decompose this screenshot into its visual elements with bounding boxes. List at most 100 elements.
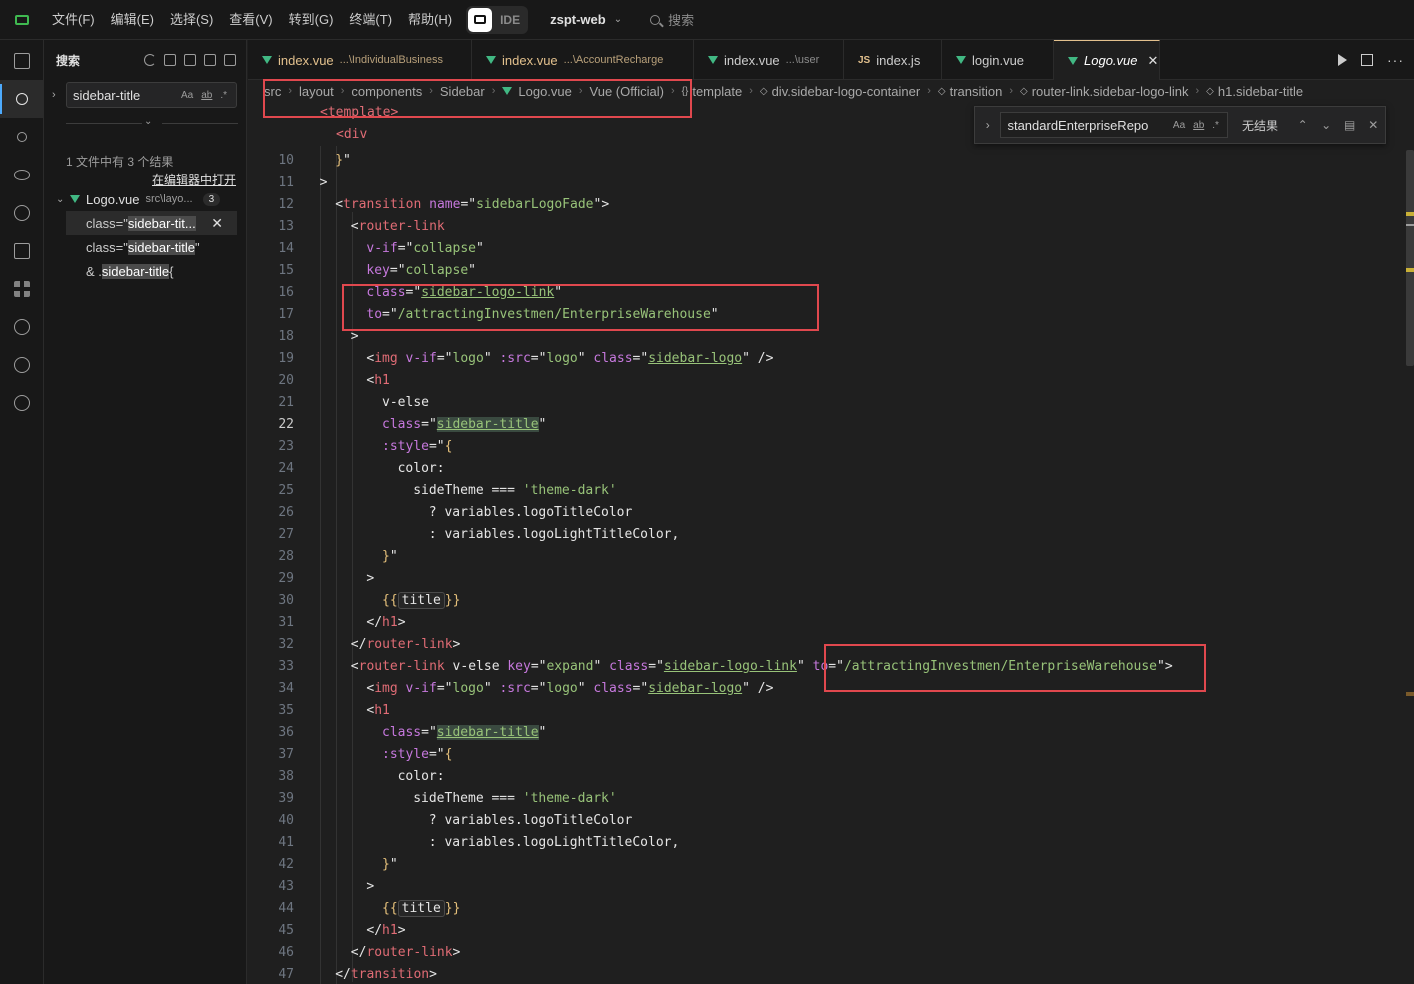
breadcrumb-item[interactable]: components bbox=[351, 84, 422, 99]
details-toggle-icon[interactable]: ⌄ bbox=[144, 116, 152, 127]
code-line[interactable]: 15 key="collapse" bbox=[248, 260, 1398, 282]
code-line[interactable]: 31 </h1> bbox=[248, 612, 1398, 634]
code-line[interactable]: 44 {{title}} bbox=[248, 898, 1398, 920]
collapse-all-icon[interactable] bbox=[224, 54, 236, 66]
match-case-toggle[interactable]: Aa bbox=[1173, 120, 1185, 131]
source-control-icon[interactable] bbox=[0, 118, 44, 156]
code-line[interactable]: 26 ? variables.logoTitleColor bbox=[248, 502, 1398, 524]
command-search[interactable]: 搜索 bbox=[650, 10, 694, 29]
debug-icon[interactable] bbox=[0, 194, 44, 232]
tab-logo-vue[interactable]: Logo.vue ✕ bbox=[1054, 40, 1160, 80]
code-line[interactable]: 28}" bbox=[248, 546, 1398, 568]
code-line[interactable]: 36 class="sidebar-title" bbox=[248, 722, 1398, 744]
find-input[interactable]: standardEnterpriseRepo Aa ab .* bbox=[1000, 112, 1228, 138]
find-in-selection-icon[interactable]: ▤ bbox=[1338, 118, 1362, 132]
menu-terminal[interactable]: 终端(T) bbox=[341, 0, 400, 40]
code-editor[interactable]: <template> <div 10}" 11 >12 <transition nam… bbox=[248, 102, 1414, 984]
breadcrumb-item[interactable]: div.sidebar-logo-container bbox=[772, 84, 921, 99]
search-match-item[interactable]: class=" sidebar-title " bbox=[66, 235, 237, 259]
code-line[interactable]: 38 color: bbox=[248, 766, 1398, 788]
breadcrumb-item[interactable]: Sidebar bbox=[440, 84, 485, 99]
breadcrumb-item[interactable]: layout bbox=[299, 84, 334, 99]
vertical-scrollbar[interactable] bbox=[1406, 150, 1414, 366]
breadcrumb-item[interactable]: router-link.sidebar-logo-link bbox=[1032, 84, 1189, 99]
breadcrumb-item[interactable]: Vue (Official) bbox=[590, 84, 664, 99]
code-line[interactable]: 10}" bbox=[248, 150, 1398, 172]
clear-results-icon[interactable] bbox=[164, 54, 176, 66]
code-line[interactable]: 35 <h1 bbox=[248, 700, 1398, 722]
breadcrumb-item[interactable]: Logo.vue bbox=[518, 84, 572, 99]
menu-help[interactable]: 帮助(H) bbox=[400, 0, 460, 40]
tab-login-vue[interactable]: login.vue bbox=[942, 40, 1054, 80]
code-line[interactable]: 39 sideTheme === 'theme-dark' bbox=[248, 788, 1398, 810]
new-search-editor-icon[interactable] bbox=[204, 54, 216, 66]
code-line[interactable]: 32 </router-link> bbox=[248, 634, 1398, 656]
search-input[interactable] bbox=[73, 87, 173, 103]
open-in-editor-link[interactable]: 在编辑器中打开 bbox=[152, 171, 236, 188]
code-line[interactable]: 20 <h1 bbox=[248, 370, 1398, 392]
code-line[interactable]: 27: variables.logoLightTitleColor, bbox=[248, 524, 1398, 546]
next-match-icon[interactable]: ⌄ bbox=[1314, 118, 1338, 132]
tab-index-vue-user[interactable]: index.vue ...\user bbox=[694, 40, 844, 80]
tab-index-vue-accountrecharge[interactable]: index.vue ...\AccountRecharge bbox=[472, 40, 694, 80]
breadcrumb-item[interactable]: src bbox=[264, 84, 281, 99]
close-icon[interactable]: ✕ bbox=[1148, 53, 1159, 69]
code-line[interactable]: 19 <img v-if="logo" :src="logo" class="si… bbox=[248, 348, 1398, 370]
menu-select[interactable]: 选择(S) bbox=[162, 0, 221, 40]
tab-index-vue-individualbusiness[interactable]: index.vue ...\IndividualBusiness bbox=[248, 40, 472, 80]
menu-goto[interactable]: 转到(G) bbox=[281, 0, 342, 40]
match-word-toggle[interactable]: ab bbox=[201, 90, 212, 101]
code-line[interactable]: 30 {{title}} bbox=[248, 590, 1398, 612]
code-line[interactable]: 12 <transition name="sidebarLogoFade"> bbox=[248, 194, 1398, 216]
extensions-icon[interactable] bbox=[0, 270, 44, 308]
timeline-icon[interactable] bbox=[0, 346, 44, 384]
search-icon[interactable] bbox=[0, 80, 44, 118]
regex-toggle[interactable]: .* bbox=[1212, 120, 1219, 131]
code-line[interactable]: 45 </h1> bbox=[248, 920, 1398, 942]
refresh-icon[interactable] bbox=[144, 54, 156, 66]
breadcrumb-item[interactable]: h1.sidebar-title bbox=[1218, 84, 1303, 99]
code-line[interactable]: 37:style="{ bbox=[248, 744, 1398, 766]
code-line[interactable]: 47 </transition> bbox=[248, 964, 1398, 984]
code-line[interactable]: 34 <img v-if="logo" :src="logo" class="si… bbox=[248, 678, 1398, 700]
code-line[interactable]: 22 class="sidebar-title" bbox=[248, 414, 1398, 436]
code-line[interactable]: 18 > bbox=[248, 326, 1398, 348]
match-case-toggle[interactable]: Aa bbox=[181, 90, 193, 101]
code-line[interactable]: 16 class="sidebar-logo-link" bbox=[248, 282, 1398, 304]
code-line[interactable]: 29 > bbox=[248, 568, 1398, 590]
toggle-replace-icon[interactable]: › bbox=[52, 89, 56, 101]
tab-index-js[interactable]: JS index.js bbox=[844, 40, 942, 80]
explorer-icon[interactable] bbox=[0, 42, 44, 80]
menu-view[interactable]: 查看(V) bbox=[221, 0, 280, 40]
code-line[interactable]: 25 sideTheme === 'theme-dark' bbox=[248, 480, 1398, 502]
regex-toggle[interactable]: .* bbox=[220, 90, 227, 101]
code-line[interactable]: 17 to="/attractingInvestmen/EnterpriseWar… bbox=[248, 304, 1398, 326]
code-line[interactable]: 42}" bbox=[248, 854, 1398, 876]
code-line[interactable]: 23:style="{ bbox=[248, 436, 1398, 458]
close-icon[interactable]: ✕ bbox=[1361, 118, 1385, 132]
code-line[interactable]: 46 </router-link> bbox=[248, 942, 1398, 964]
preview-icon[interactable] bbox=[0, 156, 44, 194]
openai-icon[interactable] bbox=[0, 384, 44, 422]
search-match-item[interactable]: & . sidebar-title { bbox=[66, 259, 237, 283]
code-line[interactable]: 33 <router-link v-else key="expand" class… bbox=[248, 656, 1398, 678]
search-match-item[interactable]: class=" sidebar-tit... ✕ bbox=[66, 211, 237, 235]
run-icon[interactable] bbox=[1338, 53, 1347, 66]
chevron-right-icon[interactable]: › bbox=[975, 118, 1000, 132]
previous-match-icon[interactable]: ⌃ bbox=[1291, 118, 1315, 132]
match-word-toggle[interactable]: ab bbox=[1193, 120, 1204, 131]
result-file-row[interactable]: ⌄ Logo.vue src\layo... 3 bbox=[44, 188, 247, 210]
code-line[interactable]: 41: variables.logoLightTitleColor, bbox=[248, 832, 1398, 854]
code-line[interactable]: 21 v-else bbox=[248, 392, 1398, 414]
code-line[interactable]: 11 > bbox=[248, 172, 1398, 194]
split-editor-icon[interactable] bbox=[1361, 53, 1373, 66]
menu-edit[interactable]: 编辑(E) bbox=[103, 0, 162, 40]
code-line[interactable]: 13 <router-link bbox=[248, 216, 1398, 238]
code-line[interactable]: 43 > bbox=[248, 876, 1398, 898]
menu-file[interactable]: 文件(F) bbox=[44, 0, 103, 40]
code-line[interactable]: 24 color: bbox=[248, 458, 1398, 480]
ai-icon[interactable] bbox=[0, 308, 44, 346]
project-picker[interactable]: zspt-web ⌄ bbox=[550, 12, 622, 27]
breadcrumb-item[interactable]: transition bbox=[950, 84, 1003, 99]
dismiss-icon[interactable]: ✕ bbox=[211, 215, 223, 232]
